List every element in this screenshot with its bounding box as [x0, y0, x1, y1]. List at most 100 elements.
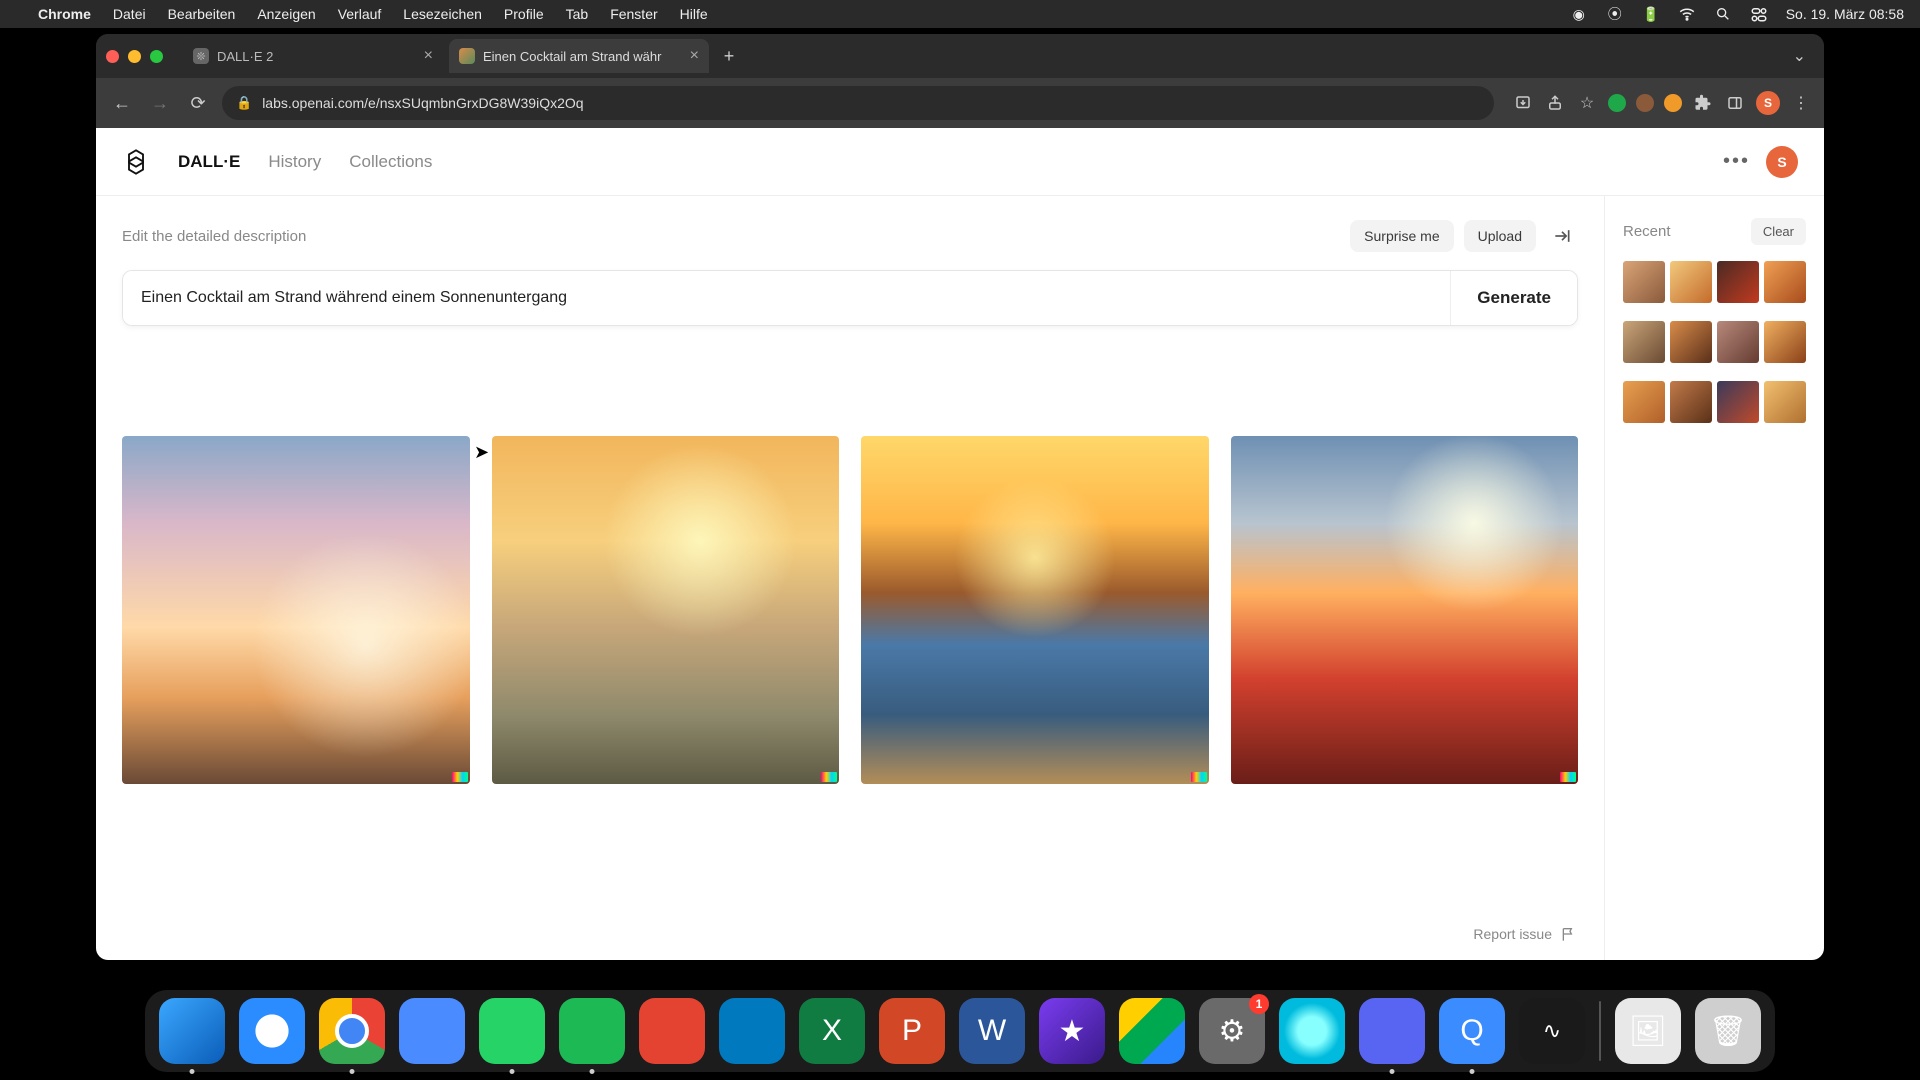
header-more-icon[interactable]: •••: [1723, 150, 1750, 173]
clear-button[interactable]: Clear: [1751, 218, 1806, 245]
recent-thumb[interactable]: [1717, 261, 1759, 303]
dock-spotify-icon[interactable]: [559, 998, 625, 1064]
dock-preview-icon[interactable]: 🖼: [1615, 998, 1681, 1064]
close-window-button[interactable]: [106, 50, 119, 63]
tabs-expand-icon[interactable]: ⌄: [1785, 42, 1814, 70]
dock-zoom-icon[interactable]: [399, 998, 465, 1064]
recent-thumb[interactable]: [1623, 321, 1665, 363]
dock-imovie-icon[interactable]: ★: [1039, 998, 1105, 1064]
recent-thumb[interactable]: [1670, 381, 1712, 423]
prompt-input[interactable]: [123, 271, 1450, 325]
dock-discord-icon[interactable]: [1359, 998, 1425, 1064]
collapse-panel-icon[interactable]: [1546, 220, 1578, 252]
dock-whatsapp-icon[interactable]: [479, 998, 545, 1064]
dock-safari-icon[interactable]: [239, 998, 305, 1064]
dock-finder-icon[interactable]: [159, 998, 225, 1064]
extension-orange-icon[interactable]: [1664, 94, 1682, 112]
tab-dalle2[interactable]: ❊ DALL·E 2 ×: [183, 39, 443, 73]
dock-todoist-icon[interactable]: [639, 998, 705, 1064]
dock-settings-icon[interactable]: ⚙1: [1199, 998, 1265, 1064]
back-button[interactable]: ←: [108, 89, 136, 117]
menubar-clock[interactable]: So. 19. März 08:58: [1786, 6, 1904, 22]
app-name[interactable]: Chrome: [38, 6, 91, 22]
nav-collections[interactable]: Collections: [349, 152, 432, 172]
sidepanel-icon[interactable]: [1724, 92, 1746, 114]
openai-logo-icon[interactable]: [122, 148, 150, 176]
record-icon[interactable]: ◉: [1570, 5, 1588, 23]
fullscreen-window-button[interactable]: [150, 50, 163, 63]
tab-title: DALL·E 2: [217, 49, 416, 64]
menu-hilfe[interactable]: Hilfe: [680, 6, 708, 22]
menu-anzeigen[interactable]: Anzeigen: [257, 6, 315, 22]
surprise-me-button[interactable]: Surprise me: [1350, 220, 1453, 252]
dock-powerpoint-icon[interactable]: P: [879, 998, 945, 1064]
forward-button[interactable]: →: [146, 89, 174, 117]
menu-fenster[interactable]: Fenster: [610, 6, 657, 22]
extensions-puzzle-icon[interactable]: [1692, 92, 1714, 114]
dock-googledrive-icon[interactable]: [1119, 998, 1185, 1064]
recent-thumb[interactable]: [1764, 321, 1806, 363]
report-issue-label: Report issue: [1473, 926, 1552, 942]
recent-thumb[interactable]: [1717, 381, 1759, 423]
recent-thumb[interactable]: [1764, 381, 1806, 423]
openai-favicon-icon: ❊: [193, 48, 209, 64]
chrome-menu-icon[interactable]: ⋮: [1790, 92, 1812, 114]
dock-voicememos-icon[interactable]: ∿: [1519, 998, 1585, 1064]
recent-thumb[interactable]: [1623, 381, 1665, 423]
tab-current[interactable]: Einen Cocktail am Strand währ ×: [449, 39, 709, 73]
dock-chrome-icon[interactable]: [319, 998, 385, 1064]
page-body: Edit the detailed description Surprise m…: [96, 196, 1824, 960]
install-app-icon[interactable]: [1512, 92, 1534, 114]
main-panel: Edit the detailed description Surprise m…: [96, 196, 1604, 960]
app-header: DALL·E History Collections ••• S: [96, 128, 1824, 196]
recent-thumb[interactable]: [1717, 321, 1759, 363]
nav-history[interactable]: History: [268, 152, 321, 172]
tab-close-icon[interactable]: ×: [424, 48, 433, 64]
recent-thumb[interactable]: [1670, 321, 1712, 363]
recent-thumb[interactable]: [1764, 261, 1806, 303]
report-issue-link[interactable]: Report issue: [1473, 926, 1576, 942]
bookmark-star-icon[interactable]: ☆: [1576, 92, 1598, 114]
battery-icon[interactable]: 🔋: [1642, 5, 1660, 23]
generate-button[interactable]: Generate: [1450, 271, 1577, 325]
dock-quicktime-icon[interactable]: Q: [1439, 998, 1505, 1064]
menu-datei[interactable]: Datei: [113, 6, 146, 22]
result-image-1[interactable]: [122, 436, 470, 784]
wifi-icon[interactable]: [1678, 5, 1696, 23]
result-image-2[interactable]: [492, 436, 840, 784]
share-icon[interactable]: [1544, 92, 1566, 114]
screen-icon[interactable]: ⦿: [1606, 5, 1624, 23]
menu-lesezeichen[interactable]: Lesezeichen: [403, 6, 482, 22]
profile-avatar[interactable]: S: [1756, 91, 1780, 115]
menu-tab[interactable]: Tab: [566, 6, 589, 22]
result-image-4[interactable]: [1231, 436, 1579, 784]
dock-excel-icon[interactable]: X: [799, 998, 865, 1064]
dock-app-cyan-icon[interactable]: [1279, 998, 1345, 1064]
extension-shield-icon[interactable]: [1608, 94, 1626, 112]
user-avatar[interactable]: S: [1766, 146, 1798, 178]
recent-thumb[interactable]: [1670, 261, 1712, 303]
upload-button[interactable]: Upload: [1464, 220, 1536, 252]
dock-badge: 1: [1249, 994, 1269, 1014]
dock-trello-icon[interactable]: [719, 998, 785, 1064]
reload-button[interactable]: ⟳: [184, 89, 212, 117]
recent-thumb[interactable]: [1623, 261, 1665, 303]
minimize-window-button[interactable]: [128, 50, 141, 63]
address-bar[interactable]: 🔒 labs.openai.com/e/nsxSUqmbnGrxDG8W39iQ…: [222, 86, 1494, 120]
url-text: labs.openai.com/e/nsxSUqmbnGrxDG8W39iQx2…: [262, 95, 583, 111]
tab-close-icon[interactable]: ×: [690, 48, 699, 64]
control-center-icon[interactable]: [1750, 5, 1768, 23]
extension-brown-icon[interactable]: [1636, 94, 1654, 112]
menu-bearbeiten[interactable]: Bearbeiten: [168, 6, 236, 22]
recent-sidebar: Recent Clear: [1604, 196, 1824, 960]
dock-trash-icon[interactable]: 🗑: [1695, 998, 1761, 1064]
toolbar-actions: ☆ S ⋮: [1512, 91, 1812, 115]
result-image-3[interactable]: [861, 436, 1209, 784]
menu-verlauf[interactable]: Verlauf: [338, 6, 382, 22]
menu-profile[interactable]: Profile: [504, 6, 544, 22]
search-icon[interactable]: [1714, 5, 1732, 23]
nav-dalle[interactable]: DALL·E: [178, 152, 240, 172]
new-tab-button[interactable]: +: [715, 42, 743, 70]
dock-word-icon[interactable]: W: [959, 998, 1025, 1064]
dock-separator: [1599, 1001, 1601, 1061]
